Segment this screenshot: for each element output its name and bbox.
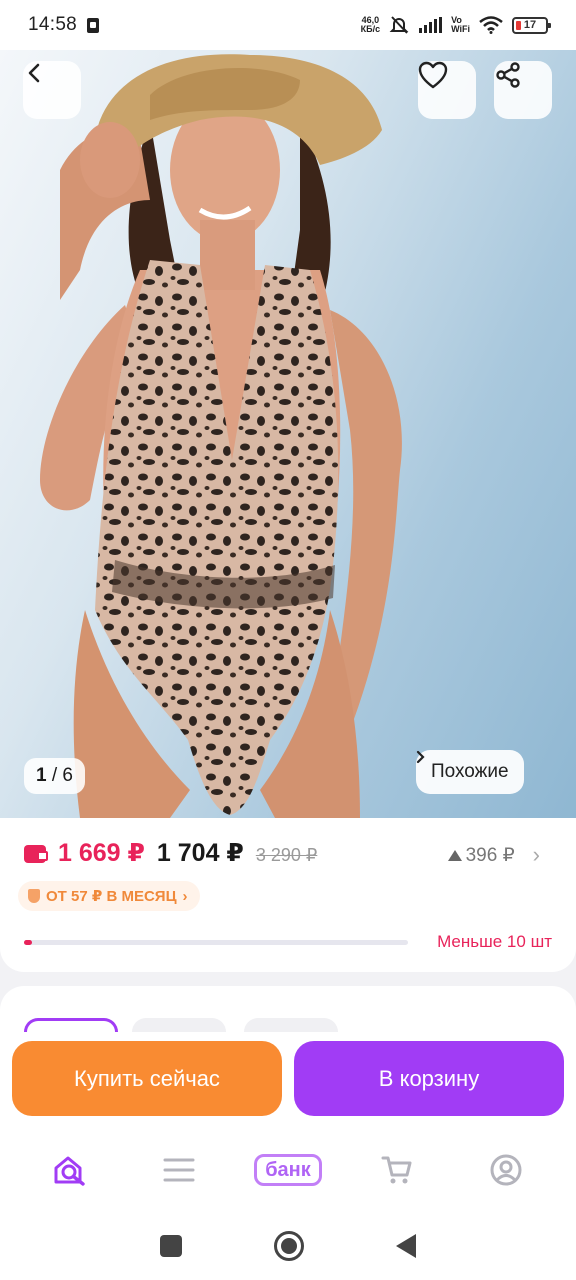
stock-label: Меньше 10 шт [437,932,552,951]
installment-badge[interactable]: ОТ 57 ₽ В МЕСЯЦ › [18,881,200,911]
card-price: 1 669 ₽ [58,839,145,867]
triangle-up-icon [447,849,462,861]
price-change[interactable]: 396 ₽ › [447,842,540,868]
share-button[interactable] [494,61,552,119]
product-photo-illustration [40,54,402,818]
old-price: 3 290 ₽ [255,845,318,865]
notification-icon [87,17,100,33]
similar-label: Похожие [431,761,509,782]
wifi-icon [479,16,503,34]
nav-catalog[interactable] [139,1140,219,1200]
option-chip[interactable] [132,1018,226,1032]
signal-icon [419,17,443,33]
wallet-icon [24,845,48,863]
product-screen: 14:58 46,0 КБ/с Vo WiFi 17 1 / 6 Похожие… [0,0,576,1280]
network-speed: 46,0 КБ/с [360,15,381,34]
price-row: 1 669 ₽ 1 704 ₽ 3 290 ₽ [24,838,317,868]
bottom-nav: банк [0,1128,576,1212]
nav-home[interactable] [30,1140,110,1200]
nav-profile[interactable] [466,1140,546,1200]
favorite-button[interactable] [418,61,476,119]
price-change-value: 396 ₽ [465,844,515,866]
vowifi-label: Vo WiFi [451,15,470,34]
system-nav [0,1212,576,1280]
bank-label: банк [254,1154,322,1186]
cart-icon [381,1156,412,1184]
system-back-button[interactable] [396,1234,416,1258]
price-card: 1 669 ₽ 1 704 ₽ 3 290 ₽ 396 ₽ › ОТ 57 ₽ … [0,818,576,972]
status-time: 14:58 [28,14,78,35]
stock-progress-fill [24,940,32,945]
status-bar: 14:58 46,0 КБ/с Vo WiFi 17 [0,0,576,50]
menu-icon [163,1158,195,1182]
battery-icon: 17 [512,16,551,34]
back-button[interactable] [23,61,81,119]
product-photo[interactable]: 1 / 6 Похожие [0,50,576,818]
regular-price: 1 704 ₽ [156,839,244,867]
heart-icon [418,61,448,89]
chevron-right-icon: › [182,887,188,905]
home-button[interactable] [274,1231,304,1261]
recent-apps-button[interactable] [160,1235,182,1257]
percent-shield-icon [28,889,40,903]
home-search-icon [54,1156,86,1186]
status-icons: 46,0 КБ/с Vo WiFi 17 [360,15,551,35]
image-counter: 1 / 6 [24,758,85,794]
chevron-right-icon: › [532,842,540,867]
add-to-cart-button[interactable]: В корзину [294,1041,564,1116]
nav-cart[interactable] [357,1140,437,1200]
chevron-right-icon [416,750,425,764]
share-icon [496,62,520,88]
buy-now-button[interactable]: Купить сейчас [12,1041,282,1116]
back-arrow-icon [28,63,40,83]
similar-button[interactable]: Похожие [416,750,524,794]
nav-bank[interactable]: банк [248,1140,328,1200]
stock-progress [24,940,408,945]
installment-label: ОТ 57 ₽ В МЕСЯЦ [46,888,177,905]
mute-bell-icon [389,16,409,34]
option-chip-selected[interactable] [24,1018,118,1032]
option-chip[interactable] [244,1018,338,1032]
profile-icon [490,1154,522,1186]
